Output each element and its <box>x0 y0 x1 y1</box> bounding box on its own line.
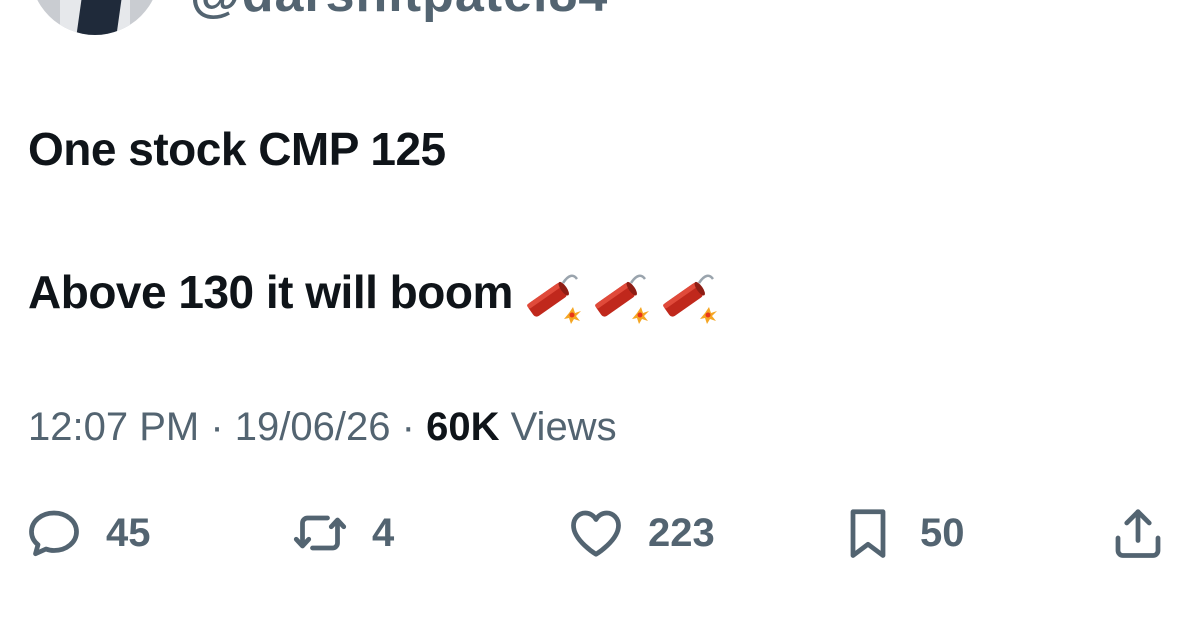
firecracker-emoji-group <box>515 266 719 325</box>
like-count: 223 <box>648 510 715 555</box>
firecracker-icon <box>595 274 649 325</box>
reply-button[interactable]: 45 <box>24 498 151 568</box>
tweet-text-line-2: Above 130 it will boom <box>28 265 719 325</box>
share-button[interactable] <box>1108 498 1168 568</box>
bookmark-icon <box>850 509 886 558</box>
share-icon <box>1115 509 1161 558</box>
like-button[interactable]: 223 <box>566 498 715 568</box>
meta-separator: · <box>210 405 224 449</box>
tweet-time[interactable]: 12:07 PM <box>28 405 199 449</box>
meta-separator: · <box>401 405 415 449</box>
tweet-date[interactable]: 19/06/26 <box>235 405 391 449</box>
bookmark-button[interactable]: 50 <box>838 498 965 568</box>
repost-button[interactable]: 4 <box>290 498 394 568</box>
avatar[interactable] <box>30 0 160 35</box>
tweet-text-line-2-text: Above 130 it will boom <box>28 266 513 318</box>
reply-icon <box>29 510 79 557</box>
repost-icon <box>293 515 347 551</box>
action-bar: 45 4 223 50 <box>0 498 1200 568</box>
tweet-meta: 12:07 PM · 19/06/26 · 60K Views <box>28 405 617 450</box>
views-label[interactable]: Views <box>511 405 617 449</box>
tweet-text-line-1: One stock CMP 125 <box>28 123 446 175</box>
author-handle[interactable]: @darshitpatel84 <box>190 0 608 24</box>
firecracker-icon <box>663 274 717 325</box>
heart-icon <box>571 510 621 557</box>
bookmark-count: 50 <box>920 510 965 555</box>
reply-count: 45 <box>106 510 151 555</box>
repost-count: 4 <box>372 510 395 555</box>
firecracker-icon <box>527 274 581 325</box>
views-count[interactable]: 60K <box>426 405 499 449</box>
